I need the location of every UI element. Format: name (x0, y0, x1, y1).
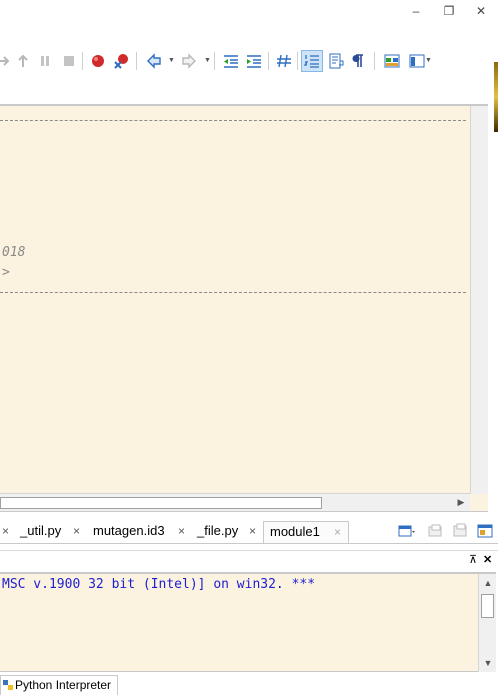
toolbar: ▼ ▼ ▼ (0, 46, 498, 76)
new-file-button[interactable] (398, 523, 416, 539)
restore-icon: ❐ (443, 4, 455, 18)
back-dropdown-icon[interactable]: ▼ (168, 57, 175, 64)
toolbar-separator (136, 52, 137, 70)
layout-icon (384, 54, 400, 68)
open-icon (428, 524, 442, 537)
toolbar-separator (297, 52, 298, 70)
open-file-button[interactable] (427, 523, 445, 539)
back-button[interactable] (143, 50, 165, 72)
pause-button[interactable] (34, 50, 56, 72)
layout-button[interactable] (381, 50, 403, 72)
editor-horizontal-scrollbar[interactable]: ▶ (0, 493, 470, 511)
console-header: ⊼ ✕ (0, 550, 498, 570)
bottom-panel-tabs: Python Interpreter (0, 674, 498, 695)
whitespace-button[interactable] (347, 50, 369, 72)
pause-icon (41, 56, 49, 66)
comment-button[interactable] (273, 50, 295, 72)
code-line: > (2, 265, 10, 280)
close-tab-icon[interactable]: × (334, 522, 341, 544)
forward-dropdown-icon[interactable]: ▼ (204, 57, 211, 64)
save-icon (453, 523, 467, 537)
window-list-icon (477, 524, 493, 538)
close-icon: ✕ (475, 4, 487, 18)
tab-label: Python Interpreter (15, 678, 112, 692)
indent-button[interactable] (243, 50, 265, 72)
code-line: 018 (2, 245, 26, 260)
window-controls: – ❐ ✕ (0, 0, 498, 24)
outdent-icon (224, 55, 238, 68)
tab-util-py[interactable]: _util.py (20, 521, 61, 543)
console-vertical-scrollbar[interactable]: ▲ ▼ (478, 574, 496, 672)
scrollbar-thumb[interactable] (0, 497, 322, 509)
tab-label: module1 (270, 524, 320, 539)
console-output: MSC v.1900 32 bit (Intel)] on win32. *** (2, 577, 316, 592)
tab-mutagen-id3[interactable]: mutagen.id3 (93, 521, 165, 543)
indent-icon (247, 55, 261, 68)
python-icon (3, 680, 13, 690)
python-console[interactable]: MSC v.1900 32 bit (Intel)] on win32. ***… (0, 572, 496, 672)
separator-line (0, 292, 466, 293)
window-list-button[interactable] (476, 523, 494, 539)
step-return-icon (18, 54, 28, 67)
toolbar-separator (268, 52, 269, 70)
breakpoint-icon (92, 55, 104, 67)
outdent-button[interactable] (220, 50, 242, 72)
scroll-up-icon[interactable]: ▲ (480, 575, 496, 591)
forward-button[interactable] (178, 50, 200, 72)
toolbar-separator (214, 52, 215, 70)
line-numbers-icon (304, 55, 319, 68)
back-icon (147, 53, 161, 69)
close-window-button[interactable]: ✕ (470, 2, 492, 20)
close-tab-icon[interactable]: × (2, 521, 9, 543)
forward-icon (182, 53, 196, 69)
background-edge (494, 62, 498, 132)
stop-button[interactable] (58, 50, 80, 72)
whitespace-icon (352, 54, 363, 67)
word-wrap-button[interactable] (325, 50, 347, 72)
toolbar-separator (82, 52, 83, 70)
view-dropdown-icon[interactable]: ▼ (425, 57, 432, 64)
minimize-icon: – (412, 4, 420, 18)
scrollbar-thumb[interactable] (481, 594, 494, 618)
view-menu-icon (409, 54, 425, 68)
pin-icon[interactable]: ⊼ (469, 553, 477, 566)
editor-tab-bar: × _util.py × mutagen.id3 × _file.py × mo… (0, 518, 498, 544)
step-return-button[interactable] (12, 50, 34, 72)
scroll-right-icon[interactable]: ▶ (453, 494, 469, 510)
minimize-button[interactable]: – (405, 2, 427, 20)
new-window-icon (398, 525, 415, 537)
tab-python-interpreter[interactable]: Python Interpreter (0, 675, 119, 695)
toolbar-separator (374, 52, 375, 70)
close-console-icon[interactable]: ✕ (483, 553, 492, 566)
line-numbers-button[interactable] (301, 50, 323, 72)
word-wrap-icon (329, 53, 344, 69)
tab-file-py[interactable]: _file.py (197, 521, 238, 543)
remove-breakpoints-button[interactable] (110, 50, 132, 72)
comment-icon (277, 54, 291, 68)
editor-text-area[interactable]: 018 > (0, 110, 470, 494)
stop-icon (64, 56, 74, 66)
editor-vertical-scrollbar[interactable] (470, 106, 488, 494)
close-tab-icon[interactable]: × (249, 521, 256, 543)
code-editor[interactable]: 018 > ▶ (0, 104, 488, 512)
restore-button[interactable]: ❐ (438, 2, 460, 20)
close-tab-icon[interactable]: × (73, 521, 80, 543)
breakpoint-button[interactable] (87, 50, 109, 72)
scroll-down-icon[interactable]: ▼ (480, 655, 496, 671)
save-file-button[interactable] (452, 523, 470, 539)
separator-line (0, 120, 466, 121)
close-tab-icon[interactable]: × (178, 521, 185, 543)
remove-breakpoints-icon (114, 54, 128, 69)
tab-module1[interactable]: module1 × (263, 521, 349, 543)
